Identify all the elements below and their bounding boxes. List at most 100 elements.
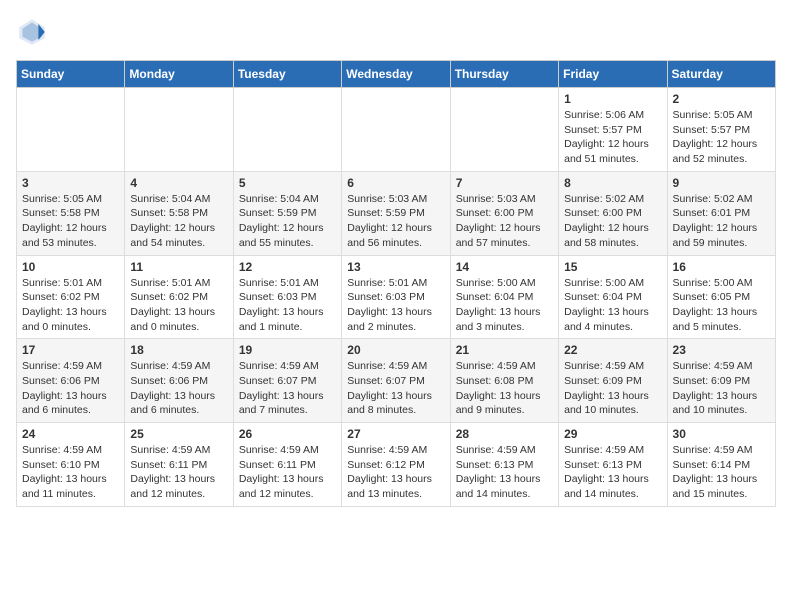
calendar-cell: 12 Sunrise: 5:01 AMSunset: 6:03 PMDayligh… xyxy=(233,255,341,339)
calendar-week-5: 24 Sunrise: 4:59 AMSunset: 6:10 PMDayligh… xyxy=(17,423,776,507)
day-info: Sunrise: 4:59 AMSunset: 6:07 PMDaylight:… xyxy=(347,359,444,418)
calendar-header-tuesday: Tuesday xyxy=(233,61,341,88)
calendar-cell: 17Sunrise: 4:59 AMSunset: 6:06 PMDayligh… xyxy=(17,339,125,423)
calendar-cell: 10Sunrise: 5:01 AMSunset: 6:02 PMDayligh… xyxy=(17,255,125,339)
calendar-cell: 5Sunrise: 5:04 AMSunset: 5:59 PMDaylight… xyxy=(233,171,341,255)
calendar-cell: 2Sunrise: 5:05 AMSunset: 5:57 PMDaylight… xyxy=(667,88,775,172)
calendar-cell: 19 Sunrise: 4:59 AMSunset: 6:07 PMDayligh… xyxy=(233,339,341,423)
calendar-cell: 21 Sunrise: 4:59 AMSunset: 6:08 PMDayligh… xyxy=(450,339,558,423)
day-info: Sunrise: 5:00 AMSunset: 6:04 PMDaylight:… xyxy=(456,276,553,335)
day-info: Sunrise: 5:01 AMSunset: 6:02 PMDaylight:… xyxy=(130,276,227,335)
calendar-cell: 13Sunrise: 5:01 AMSunset: 6:03 PMDayligh… xyxy=(342,255,450,339)
calendar-cell: 16 Sunrise: 5:00 AMSunset: 6:05 PMDayligh… xyxy=(667,255,775,339)
day-info: Sunrise: 5:06 AMSunset: 5:57 PMDaylight:… xyxy=(564,108,661,167)
calendar-week-2: 3 Sunrise: 5:05 AMSunset: 5:58 PMDaylight… xyxy=(17,171,776,255)
day-info: Sunrise: 5:00 AMSunset: 6:04 PMDaylight:… xyxy=(564,276,661,335)
calendar-cell: 8 Sunrise: 5:02 AMSunset: 6:00 PMDaylight… xyxy=(559,171,667,255)
calendar-header-sunday: Sunday xyxy=(17,61,125,88)
day-number: 15 xyxy=(564,260,661,274)
day-number: 24 xyxy=(22,427,119,441)
calendar-cell: 14 Sunrise: 5:00 AMSunset: 6:04 PMDayligh… xyxy=(450,255,558,339)
calendar-week-4: 17Sunrise: 4:59 AMSunset: 6:06 PMDayligh… xyxy=(17,339,776,423)
calendar-cell: 6 Sunrise: 5:03 AMSunset: 5:59 PMDaylight… xyxy=(342,171,450,255)
calendar-cell: 1 Sunrise: 5:06 AMSunset: 5:57 PMDaylight… xyxy=(559,88,667,172)
calendar-week-1: 1 Sunrise: 5:06 AMSunset: 5:57 PMDaylight… xyxy=(17,88,776,172)
calendar-cell xyxy=(342,88,450,172)
calendar-cell: 20Sunrise: 4:59 AMSunset: 6:07 PMDayligh… xyxy=(342,339,450,423)
day-number: 19 xyxy=(239,343,336,357)
calendar-cell: 27Sunrise: 4:59 AMSunset: 6:12 PMDayligh… xyxy=(342,423,450,507)
day-info: Sunrise: 4:59 AMSunset: 6:14 PMDaylight:… xyxy=(673,443,770,502)
calendar-header-thursday: Thursday xyxy=(450,61,558,88)
day-info: Sunrise: 4:59 AMSunset: 6:11 PMDaylight:… xyxy=(239,443,336,502)
day-number: 28 xyxy=(456,427,553,441)
calendar-cell: 3 Sunrise: 5:05 AMSunset: 5:58 PMDaylight… xyxy=(17,171,125,255)
day-info: Sunrise: 5:03 AMSunset: 6:00 PMDaylight:… xyxy=(456,192,553,251)
calendar-cell: 29Sunrise: 4:59 AMSunset: 6:13 PMDayligh… xyxy=(559,423,667,507)
day-info: Sunrise: 4:59 AMSunset: 6:13 PMDaylight:… xyxy=(564,443,661,502)
day-number: 4 xyxy=(130,176,227,190)
day-info: Sunrise: 4:59 AMSunset: 6:12 PMDaylight:… xyxy=(347,443,444,502)
calendar-header-friday: Friday xyxy=(559,61,667,88)
calendar-week-3: 10Sunrise: 5:01 AMSunset: 6:02 PMDayligh… xyxy=(17,255,776,339)
day-info: Sunrise: 4:59 AMSunset: 6:08 PMDaylight:… xyxy=(456,359,553,418)
day-number: 23 xyxy=(673,343,770,357)
calendar-cell: 23 Sunrise: 4:59 AMSunset: 6:09 PMDayligh… xyxy=(667,339,775,423)
calendar-cell: 25Sunrise: 4:59 AMSunset: 6:11 PMDayligh… xyxy=(125,423,233,507)
day-number: 26 xyxy=(239,427,336,441)
calendar-cell xyxy=(233,88,341,172)
day-number: 6 xyxy=(347,176,444,190)
calendar-header-wednesday: Wednesday xyxy=(342,61,450,88)
page-header xyxy=(16,16,776,48)
calendar-header-saturday: Saturday xyxy=(667,61,775,88)
day-info: Sunrise: 5:02 AMSunset: 6:00 PMDaylight:… xyxy=(564,192,661,251)
day-info: Sunrise: 4:59 AMSunset: 6:06 PMDaylight:… xyxy=(22,359,119,418)
day-number: 1 xyxy=(564,92,661,106)
logo-icon xyxy=(16,16,48,48)
day-info: Sunrise: 4:59 AMSunset: 6:07 PMDaylight:… xyxy=(239,359,336,418)
day-number: 11 xyxy=(130,260,227,274)
calendar-cell xyxy=(17,88,125,172)
calendar-cell: 18 Sunrise: 4:59 AMSunset: 6:06 PMDayligh… xyxy=(125,339,233,423)
calendar-cell: 24 Sunrise: 4:59 AMSunset: 6:10 PMDayligh… xyxy=(17,423,125,507)
calendar-cell: 26 Sunrise: 4:59 AMSunset: 6:11 PMDayligh… xyxy=(233,423,341,507)
calendar-cell: 30 Sunrise: 4:59 AMSunset: 6:14 PMDayligh… xyxy=(667,423,775,507)
day-info: Sunrise: 5:04 AMSunset: 5:58 PMDaylight:… xyxy=(130,192,227,251)
calendar-header-row: SundayMondayTuesdayWednesdayThursdayFrid… xyxy=(17,61,776,88)
day-info: Sunrise: 4:59 AMSunset: 6:09 PMDaylight:… xyxy=(673,359,770,418)
day-number: 21 xyxy=(456,343,553,357)
day-number: 9 xyxy=(673,176,770,190)
day-number: 3 xyxy=(22,176,119,190)
calendar-cell: 7 Sunrise: 5:03 AMSunset: 6:00 PMDaylight… xyxy=(450,171,558,255)
calendar-cell: 9 Sunrise: 5:02 AMSunset: 6:01 PMDaylight… xyxy=(667,171,775,255)
day-number: 14 xyxy=(456,260,553,274)
day-info: Sunrise: 4:59 AMSunset: 6:13 PMDaylight:… xyxy=(456,443,553,502)
day-number: 16 xyxy=(673,260,770,274)
calendar-cell: 11 Sunrise: 5:01 AMSunset: 6:02 PMDayligh… xyxy=(125,255,233,339)
day-info: Sunrise: 5:02 AMSunset: 6:01 PMDaylight:… xyxy=(673,192,770,251)
calendar-header-monday: Monday xyxy=(125,61,233,88)
day-number: 7 xyxy=(456,176,553,190)
day-info: Sunrise: 4:59 AMSunset: 6:10 PMDaylight:… xyxy=(22,443,119,502)
day-info: Sunrise: 5:00 AMSunset: 6:05 PMDaylight:… xyxy=(673,276,770,335)
day-number: 8 xyxy=(564,176,661,190)
day-info: Sunrise: 5:01 AMSunset: 6:03 PMDaylight:… xyxy=(347,276,444,335)
calendar-cell: 22Sunrise: 4:59 AMSunset: 6:09 PMDayligh… xyxy=(559,339,667,423)
calendar-cell: 4 Sunrise: 5:04 AMSunset: 5:58 PMDaylight… xyxy=(125,171,233,255)
calendar-cell: 28 Sunrise: 4:59 AMSunset: 6:13 PMDayligh… xyxy=(450,423,558,507)
calendar-cell xyxy=(125,88,233,172)
day-info: Sunrise: 5:05 AMSunset: 5:57 PMDaylight:… xyxy=(673,108,770,167)
day-info: Sunrise: 5:01 AMSunset: 6:03 PMDaylight:… xyxy=(239,276,336,335)
day-info: Sunrise: 5:01 AMSunset: 6:02 PMDaylight:… xyxy=(22,276,119,335)
day-number: 18 xyxy=(130,343,227,357)
logo xyxy=(16,16,52,48)
day-info: Sunrise: 4:59 AMSunset: 6:11 PMDaylight:… xyxy=(130,443,227,502)
calendar-cell xyxy=(450,88,558,172)
day-number: 12 xyxy=(239,260,336,274)
day-info: Sunrise: 5:03 AMSunset: 5:59 PMDaylight:… xyxy=(347,192,444,251)
day-number: 30 xyxy=(673,427,770,441)
day-number: 22 xyxy=(564,343,661,357)
day-info: Sunrise: 5:05 AMSunset: 5:58 PMDaylight:… xyxy=(22,192,119,251)
day-info: Sunrise: 4:59 AMSunset: 6:06 PMDaylight:… xyxy=(130,359,227,418)
day-number: 5 xyxy=(239,176,336,190)
